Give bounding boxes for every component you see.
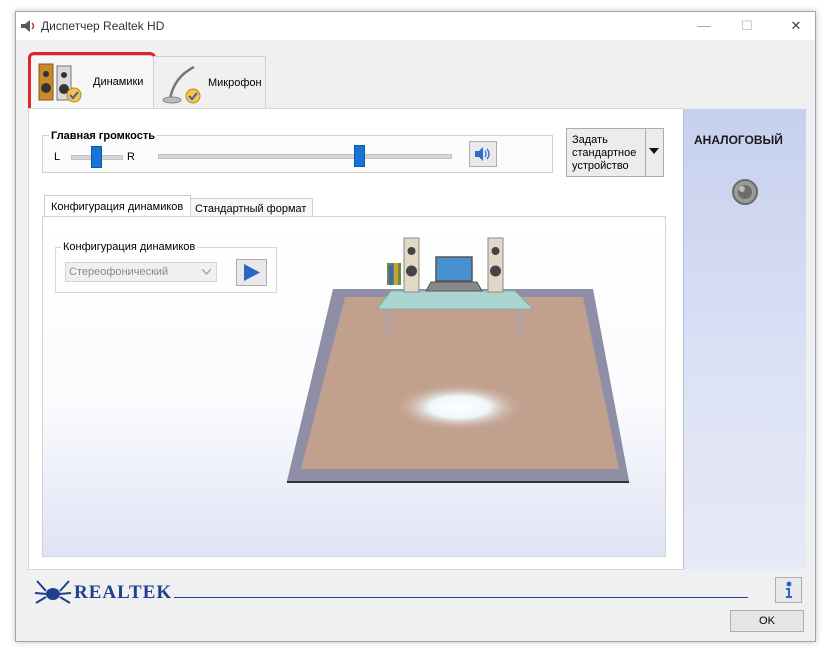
app-window: Диспетчер Realtek HD — ☐ ✕ Динамики Микр… [15, 11, 816, 642]
selected-tab-highlight [28, 52, 156, 115]
desk [375, 290, 535, 310]
subtab-speaker-config[interactable]: Конфигурация динамиков [44, 195, 191, 217]
jack-connector-icon[interactable] [731, 178, 759, 206]
master-volume-slider[interactable] [158, 154, 452, 159]
subtab-default-format-label: Стандартный формат [195, 203, 307, 215]
microphone-icon [162, 65, 201, 104]
window-title: Диспетчер Realtek HD [41, 19, 165, 33]
balance-slider-thumb[interactable] [91, 146, 102, 168]
ok-button[interactable]: OK [730, 610, 804, 632]
ok-button-label: OK [759, 615, 775, 627]
play-icon [244, 264, 260, 281]
subtab-default-format[interactable]: Стандартный формат [190, 198, 313, 217]
speaker-config-selected: Стереофонический [69, 266, 169, 278]
subtab-speaker-config-label: Конфигурация динамиков [51, 201, 184, 213]
close-button[interactable]: ✕ [788, 18, 804, 34]
info-button[interactable] [775, 577, 802, 603]
floor-rug [301, 297, 619, 469]
analog-connector-panel: АНАЛОГОВЫЙ [683, 109, 806, 569]
footer-rule [174, 597, 748, 598]
mute-button[interactable] [469, 141, 497, 167]
tab-microphone[interactable]: Микрофон [153, 56, 266, 110]
realtek-crab-icon [34, 580, 72, 604]
analog-panel-title: АНАЛОГОВЫЙ [694, 133, 783, 147]
minimize-button[interactable]: — [696, 18, 712, 34]
set-default-device-label: Задать стандартное устройство [572, 134, 637, 172]
info-icon [786, 581, 792, 598]
balance-left-label: L [54, 151, 61, 163]
right-speaker[interactable] [487, 237, 504, 293]
room-scene [287, 237, 629, 483]
laptop-icon [435, 256, 473, 282]
chevron-down-icon[interactable] [649, 148, 659, 156]
select-chevron-icon [202, 269, 211, 275]
speaker-config-group-title: Конфигурация динамиков [61, 241, 198, 253]
button-divider [645, 129, 646, 176]
listener-position [393, 383, 525, 431]
speaker-volume-icon [475, 147, 490, 161]
volume-group-title: Главная громкость [49, 130, 158, 142]
title-bar: Диспетчер Realtek HD — ☐ ✕ [16, 12, 815, 40]
speaker-app-icon [21, 20, 35, 32]
tab-microphone-label: Микрофон [208, 77, 262, 89]
speaker-config-pane: Конфигурация динамиков Стереофонический [42, 216, 666, 557]
play-test-button[interactable] [236, 259, 267, 286]
left-speaker[interactable] [403, 237, 420, 293]
master-volume-thumb[interactable] [354, 145, 366, 167]
maximize-button[interactable]: ☐ [739, 18, 755, 34]
balance-right-label: R [127, 151, 135, 163]
set-default-device-button[interactable]: Задать стандартное устройство [566, 128, 664, 177]
speaker-config-select[interactable]: Стереофонический [65, 262, 217, 282]
brand-name: REALTEK [74, 582, 173, 603]
